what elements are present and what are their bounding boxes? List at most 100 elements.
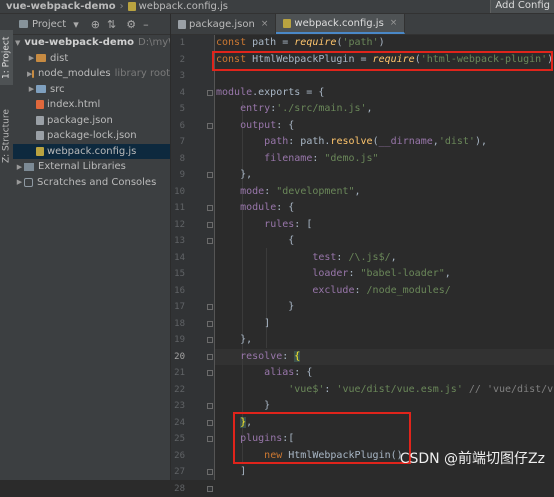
fold-marker-icon[interactable] — [207, 172, 213, 178]
tree-item-label: package.json — [47, 115, 113, 126]
js-file-icon — [36, 147, 44, 156]
code-token: require — [294, 37, 336, 48]
code-token — [216, 268, 312, 279]
line-number: 20 — [171, 349, 185, 366]
editor-tab[interactable]: webpack.config.js × — [276, 14, 405, 34]
code-token — [216, 285, 312, 296]
tree-item[interactable]: package.json — [13, 113, 170, 129]
close-icon[interactable]: × — [261, 19, 269, 29]
tree-item[interactable]: package-lock.json — [13, 128, 170, 144]
tree-item-label: dist — [50, 53, 68, 64]
code-token — [216, 202, 240, 213]
tree-item-hint: library root — [115, 68, 170, 79]
code-token: }, — [216, 169, 252, 180]
tree-item[interactable]: webpack.config.js — [13, 144, 170, 160]
code-token: : — [354, 285, 366, 296]
code-token: 'vue$' — [288, 384, 324, 395]
code-token: loader — [312, 268, 348, 279]
structure-tool-tab[interactable]: Z: Structure — [0, 102, 13, 170]
fold-marker-icon[interactable] — [207, 403, 213, 409]
code-line: test: /\.js$/, — [216, 250, 397, 267]
code-token: } — [216, 400, 270, 411]
editor-tab[interactable]: package.json× — [171, 14, 276, 34]
fold-marker-icon[interactable] — [207, 354, 213, 360]
tree-item[interactable]: ▶External Libraries — [13, 159, 170, 175]
fold-marker-icon[interactable] — [207, 486, 213, 492]
project-view-selector[interactable]: Project — [32, 19, 66, 30]
code-line: path: path.resolve(__dirname,'dist'), — [216, 134, 487, 151]
code-token — [216, 367, 264, 378]
fold-marker-icon[interactable] — [207, 436, 213, 442]
code-token: ) — [379, 37, 385, 48]
locate-file-icon[interactable]: ⊕ — [91, 18, 100, 31]
code-token: } — [216, 301, 294, 312]
chevron-right-icon[interactable]: ▶ — [15, 178, 24, 186]
hide-panel-icon[interactable]: – — [143, 18, 149, 31]
fold-marker-icon[interactable] — [207, 420, 213, 426]
gear-icon[interactable]: ⚙ — [126, 18, 136, 31]
json-file-icon — [178, 20, 186, 29]
fold-marker-icon[interactable] — [207, 337, 213, 343]
code-token: : path. — [288, 136, 330, 147]
chevron-down-icon[interactable]: ▼ — [15, 39, 20, 47]
code-token — [216, 136, 264, 147]
fold-marker-icon[interactable] — [207, 123, 213, 129]
collapse-settings-icon[interactable]: ⇅ — [107, 18, 116, 31]
tree-item[interactable]: ▶ dist — [13, 51, 170, 67]
line-number: 9 — [171, 167, 185, 184]
code-token: module — [240, 202, 276, 213]
folder-icon — [36, 85, 46, 93]
code-line: exclude: /node_modules/ — [216, 283, 451, 300]
fold-marker-icon[interactable] — [207, 304, 213, 310]
code-token: : — [324, 384, 336, 395]
fold-marker-icon[interactable] — [207, 90, 213, 96]
line-number: 14 — [171, 250, 185, 267]
tree-item[interactable]: index.html — [13, 97, 170, 113]
tree-item-hint: D:\myW — [138, 37, 171, 48]
project-panel-header: Project ▾ ⊕ ⇅ ⚙ – — [13, 14, 170, 35]
line-number: 17 — [171, 299, 185, 316]
fold-marker-icon[interactable] — [207, 469, 213, 475]
fold-marker-icon[interactable] — [207, 205, 213, 211]
js-file-icon — [128, 2, 136, 11]
code-token: : [ — [294, 219, 312, 230]
breadcrumb-separator: › — [120, 1, 124, 12]
tree-item-label: index.html — [47, 99, 100, 110]
tree-item[interactable]: ▶src — [13, 82, 170, 98]
fold-marker-icon[interactable] — [207, 222, 213, 228]
line-number: 15 — [171, 266, 185, 283]
line-number: 28 — [171, 481, 185, 497]
fold-marker-icon[interactable] — [207, 238, 213, 244]
code-token — [216, 120, 240, 131]
add-configuration-button[interactable]: Add Config — [490, 0, 554, 13]
code-token: rules — [264, 219, 294, 230]
chevron-down-icon[interactable]: ▾ — [73, 18, 79, 31]
chevron-right-icon[interactable]: ▶ — [15, 163, 24, 171]
editor-tab-label: webpack.config.js — [294, 18, 383, 29]
tree-item[interactable]: ▶Scratches and Consoles — [13, 175, 170, 191]
code-token: "babel-loader" — [361, 268, 445, 279]
code-token: output — [240, 120, 276, 131]
highlight-box-require — [212, 51, 553, 71]
code-token — [216, 153, 264, 164]
code-token: entry — [240, 103, 270, 114]
editor-tab-bar: package.json× webpack.config.js × — [171, 14, 554, 35]
code-line: filename: "demo.js" — [216, 151, 379, 168]
code-token: "demo.js" — [324, 153, 378, 164]
code-token: path — [264, 136, 288, 147]
tree-item[interactable]: ▼vue-webpack-demoD:\myW — [13, 35, 170, 51]
code-line: } — [216, 299, 294, 316]
breadcrumb-file[interactable]: webpack.config.js — [139, 1, 228, 12]
chevron-right-icon[interactable]: ▶ — [27, 54, 36, 62]
fold-marker-icon[interactable] — [207, 370, 213, 376]
line-number: 16 — [171, 283, 185, 300]
json-file-icon — [36, 131, 44, 140]
close-icon[interactable]: × — [390, 18, 398, 28]
html-file-icon — [36, 100, 44, 109]
chevron-right-icon[interactable]: ▶ — [27, 85, 36, 93]
project-tool-tab[interactable]: 1: Project — [0, 30, 13, 85]
scratch-icon — [24, 178, 33, 187]
fold-marker-icon[interactable] — [207, 321, 213, 327]
breadcrumb-project[interactable]: vue-webpack-demo — [6, 1, 116, 12]
tree-item[interactable]: ▶node_moduleslibrary root — [13, 66, 170, 82]
